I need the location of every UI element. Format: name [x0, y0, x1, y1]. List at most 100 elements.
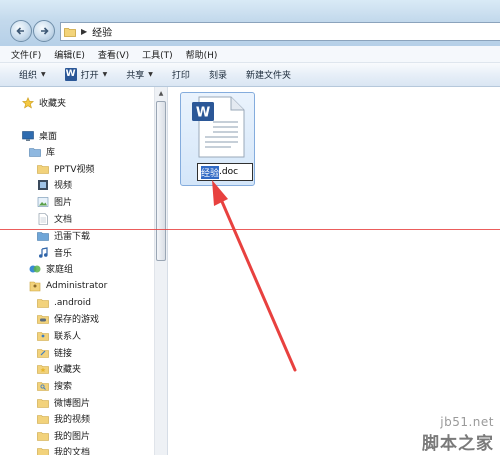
homegroup-icon	[29, 265, 41, 272]
sidebar-item-links[interactable]: 链接	[37, 345, 72, 360]
sidebar-item-videos[interactable]: 视频	[37, 177, 72, 192]
sidebar-item-thunder-downloads[interactable]: 迅雷下载	[37, 228, 90, 243]
organize-button[interactable]: 组织 ▼	[19, 68, 46, 81]
annotation-line	[0, 229, 500, 230]
chevron-down-icon: ▼	[41, 71, 46, 78]
sidebar-item-homegroup[interactable]: 家庭组	[29, 261, 73, 276]
new-folder-button[interactable]: 新建文件夹	[246, 68, 291, 81]
sidebar-item-my-documents[interactable]: 我的文档	[37, 444, 90, 455]
links-icon	[37, 348, 49, 358]
svg-text:W: W	[196, 106, 210, 121]
chevron-down-icon: ▼	[148, 71, 153, 78]
scroll-up-arrow-icon[interactable]: ▲	[155, 87, 167, 101]
sidebar-item-label: 收藏夹	[54, 365, 82, 375]
sidebar-item-label: 我的图片	[54, 432, 91, 442]
word-icon: W	[64, 68, 77, 81]
sidebar-scrollbar[interactable]: ▲	[154, 87, 167, 455]
window-titlebar: ▶ 经验	[0, 0, 500, 46]
saved-games-icon	[37, 314, 49, 324]
burn-button[interactable]: 刻录	[209, 68, 227, 81]
menu-view[interactable]: 查看(V)	[98, 48, 129, 61]
sidebar-item-administrator[interactable]: Administrator	[29, 278, 107, 293]
sidebar-item-label: 库	[46, 148, 56, 158]
arrow-right-icon	[41, 27, 49, 35]
sidebar-item-favorites[interactable]: 收藏夹	[22, 95, 66, 110]
sidebar-item-label: 保存的游戏	[54, 315, 100, 325]
sidebar-item-searches[interactable]: 搜索	[37, 378, 72, 393]
folder-icon	[37, 431, 49, 441]
sidebar-item-label: 微博图片	[54, 399, 91, 409]
breadcrumb-separator-icon: ▶	[81, 27, 88, 36]
sidebar-item-desktop[interactable]: 桌面	[22, 128, 57, 143]
sidebar-item-label: 我的视频	[54, 415, 91, 425]
sidebar-item-label: Administrator	[46, 280, 108, 291]
rename-selected-text: 经验	[201, 165, 220, 179]
picture-icon	[37, 196, 49, 207]
sidebar-item-label: 迅雷下载	[54, 232, 91, 242]
address-bar[interactable]: ▶ 经验	[60, 22, 500, 41]
menu-help[interactable]: 帮助(H)	[186, 48, 218, 61]
sidebar-item-label: PPTV视频	[54, 165, 95, 175]
search-folder-icon	[37, 381, 49, 391]
sidebar-item-weibo-pictures[interactable]: 微博图片	[37, 395, 90, 410]
sidebar-item-music[interactable]: 音乐	[37, 245, 72, 260]
menu-tools[interactable]: 工具(T)	[142, 48, 173, 61]
sidebar-item-favorites-folder[interactable]: 收藏夹	[37, 361, 81, 376]
video-icon	[38, 179, 48, 190]
sidebar-item-my-videos[interactable]: 我的视频	[37, 411, 90, 426]
back-button[interactable]	[10, 20, 32, 42]
navigation-pane: 收藏夹 桌面 库 PPTV视频 视频 图片 文档 迅雷下载 音乐 家庭组 Adm…	[0, 87, 168, 455]
sidebar-item-label: 图片	[54, 198, 73, 208]
print-button[interactable]: 打印	[172, 68, 190, 81]
library-icon	[29, 147, 41, 157]
sidebar-item-label: 家庭组	[46, 265, 74, 275]
scrollbar-thumb[interactable]	[156, 101, 166, 261]
organize-label: 组织	[19, 71, 38, 81]
folder-icon	[37, 447, 49, 455]
watermark-site: jb51.net	[440, 415, 494, 429]
breadcrumb-folder[interactable]: 经验	[92, 24, 112, 39]
sidebar-item-libraries[interactable]: 库	[29, 144, 55, 159]
document-icon	[38, 212, 48, 225]
sidebar-item-pptv[interactable]: PPTV视频	[37, 161, 95, 176]
sidebar-item-android[interactable]: .android	[37, 295, 91, 310]
sidebar-item-saved-games[interactable]: 保存的游戏	[37, 311, 99, 326]
new-folder-label: 新建文件夹	[245, 71, 291, 81]
sidebar-item-documents[interactable]: 文档	[37, 211, 72, 226]
menu-edit[interactable]: 编辑(E)	[54, 48, 85, 61]
rename-extension: .doc	[219, 167, 239, 177]
arrow-left-icon	[16, 27, 24, 35]
folder-icon	[37, 298, 49, 308]
sidebar-item-contacts[interactable]: 联系人	[37, 328, 81, 343]
file-item-selected[interactable]: W 经验 .doc	[180, 92, 255, 186]
sidebar-item-label: 收藏夹	[39, 99, 67, 109]
folder-icon	[37, 414, 49, 424]
sidebar-item-label: 链接	[54, 349, 73, 359]
open-button[interactable]: W 打开 ▼	[64, 68, 108, 81]
folder-icon	[37, 164, 49, 174]
menu-bar: 文件(F) 编辑(E) 查看(V) 工具(T) 帮助(H)	[0, 46, 500, 63]
rename-input[interactable]: 经验 .doc	[197, 163, 253, 181]
sidebar-item-label: 视频	[54, 181, 73, 191]
forward-button[interactable]	[33, 20, 55, 42]
sidebar-item-pictures[interactable]: 图片	[37, 194, 72, 209]
music-note-icon	[39, 246, 48, 258]
share-label: 共享	[126, 71, 145, 81]
chevron-down-icon: ▼	[102, 71, 108, 78]
sidebar-item-my-pictures[interactable]: 我的图片	[37, 428, 90, 443]
folder-icon	[37, 398, 49, 408]
sidebar-item-label: 文档	[54, 215, 73, 225]
sidebar-item-label: 联系人	[54, 332, 82, 342]
open-label: 打开	[80, 71, 99, 81]
word-document-icon: W	[192, 96, 245, 158]
user-folder-icon	[29, 281, 41, 291]
watermark: jb51.net 脚本之家	[422, 415, 494, 454]
menu-file[interactable]: 文件(F)	[11, 48, 41, 61]
sidebar-item-label: .android	[54, 297, 92, 308]
favorites-folder-icon	[37, 364, 49, 374]
share-button[interactable]: 共享 ▼	[126, 68, 153, 81]
desktop-icon	[22, 130, 34, 141]
file-list-area[interactable]: W 经验 .doc	[169, 87, 500, 455]
burn-label: 刻录	[208, 71, 227, 81]
sidebar-item-label: 我的文档	[54, 448, 91, 455]
